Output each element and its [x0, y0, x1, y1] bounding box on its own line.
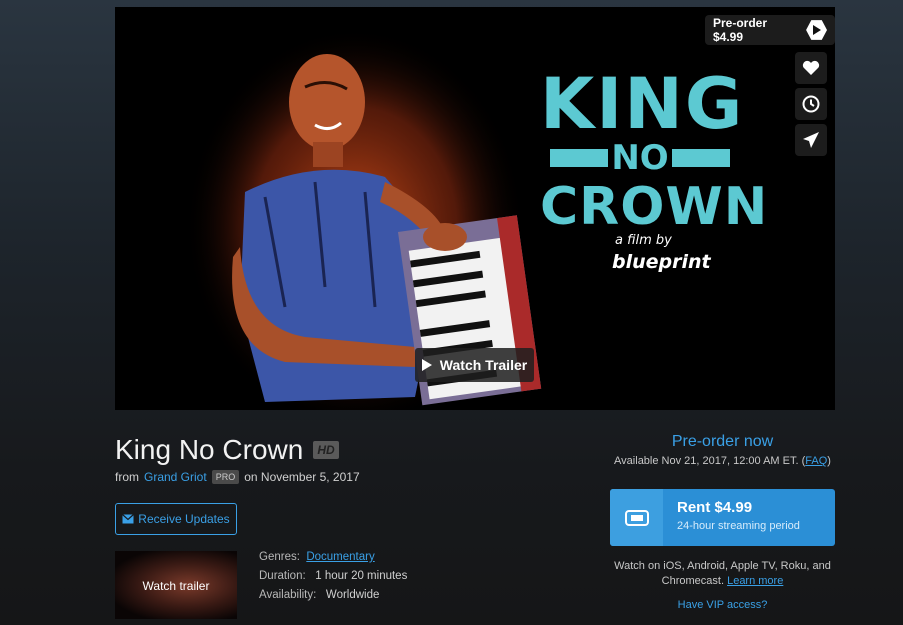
- preorder-now-heading[interactable]: Pre-order now: [610, 433, 835, 451]
- preorder-pill-button[interactable]: Pre-order $4.99: [705, 15, 835, 45]
- watch-later-button[interactable]: [795, 88, 827, 120]
- preorder-pill-label: Pre-order $4.99: [713, 16, 768, 44]
- clock-icon: [802, 95, 820, 113]
- rent-text: Rent $4.99 24-hour streaming period: [663, 489, 800, 546]
- watch-trailer-label: Watch Trailer: [439, 357, 528, 373]
- release-date: on November 5, 2017: [244, 470, 360, 484]
- learn-more-link[interactable]: Learn more: [727, 575, 783, 587]
- devices-notice: Watch on iOS, Android, Apple TV, Roku, a…: [610, 559, 835, 589]
- paper-plane-icon: [803, 132, 819, 148]
- poster-bar-right: [672, 149, 730, 167]
- rent-price: Rent $4.99: [677, 499, 753, 516]
- devices-text: Watch on iOS, Android, Apple TV, Roku, a…: [614, 560, 831, 587]
- availability-row: Availability: Worldwide: [259, 589, 379, 601]
- duration-label: Duration:: [259, 570, 306, 582]
- available-close: ): [827, 455, 831, 467]
- receive-updates-button[interactable]: Receive Updates: [115, 503, 237, 535]
- genre-link[interactable]: Documentary: [306, 551, 374, 563]
- heart-icon: [802, 60, 820, 75]
- hd-badge: HD: [313, 441, 339, 459]
- available-text: Available Nov 21, 2017, 12:00 AM ET. (: [614, 455, 806, 467]
- from-label: from: [115, 470, 139, 484]
- genres-label: Genres:: [259, 551, 300, 563]
- poster-bar-left: [550, 149, 608, 167]
- trailer-thumbnail-label: Watch trailer: [142, 579, 210, 593]
- receive-updates-label: Receive Updates: [138, 512, 230, 526]
- rent-subtitle: 24-hour streaming period: [677, 520, 800, 532]
- trailer-thumbnail[interactable]: Watch trailer: [115, 551, 237, 619]
- share-button[interactable]: [795, 124, 827, 156]
- page-title: King No Crown HD: [115, 434, 339, 466]
- duration-value: 1 hour 20 minutes: [315, 570, 408, 582]
- vip-access-link[interactable]: Have VIP access?: [610, 599, 835, 611]
- play-hexagon-icon: [806, 20, 827, 40]
- genres-row: Genres: Documentary: [259, 551, 375, 563]
- poster-title-line2: NO: [611, 138, 669, 178]
- like-button[interactable]: [795, 52, 827, 84]
- availability-value: Worldwide: [325, 589, 380, 601]
- byline: from Grand Griot PRO on November 5, 2017: [115, 470, 360, 484]
- envelope-icon: [122, 514, 135, 524]
- ticket-icon: [624, 509, 649, 526]
- hero-poster[interactable]: KING NO CROWN a film by blueprint Pre-or…: [115, 7, 835, 410]
- play-icon: [421, 359, 432, 371]
- poster-director-mark: blueprint: [612, 251, 711, 273]
- rent-icon-cell: [610, 489, 663, 546]
- availability-label: Availability:: [259, 589, 317, 601]
- duration-row: Duration: 1 hour 20 minutes: [259, 570, 407, 582]
- poster-title-line3: CROWN: [540, 177, 769, 237]
- poster-film-by: a film by: [615, 233, 672, 248]
- film-title: King No Crown: [115, 434, 304, 465]
- rent-button[interactable]: Rent $4.99 24-hour streaming period: [610, 489, 835, 546]
- faq-link[interactable]: FAQ: [805, 455, 827, 467]
- creator-link[interactable]: Grand Griot: [144, 470, 207, 484]
- poster-title-line1: KING: [540, 63, 745, 145]
- poster-title: KING NO CROWN: [540, 63, 769, 237]
- watch-trailer-button[interactable]: Watch Trailer: [415, 348, 534, 382]
- pro-badge: PRO: [211, 470, 240, 484]
- availability-notice: Available Nov 21, 2017, 12:00 AM ET. (FA…: [610, 455, 835, 467]
